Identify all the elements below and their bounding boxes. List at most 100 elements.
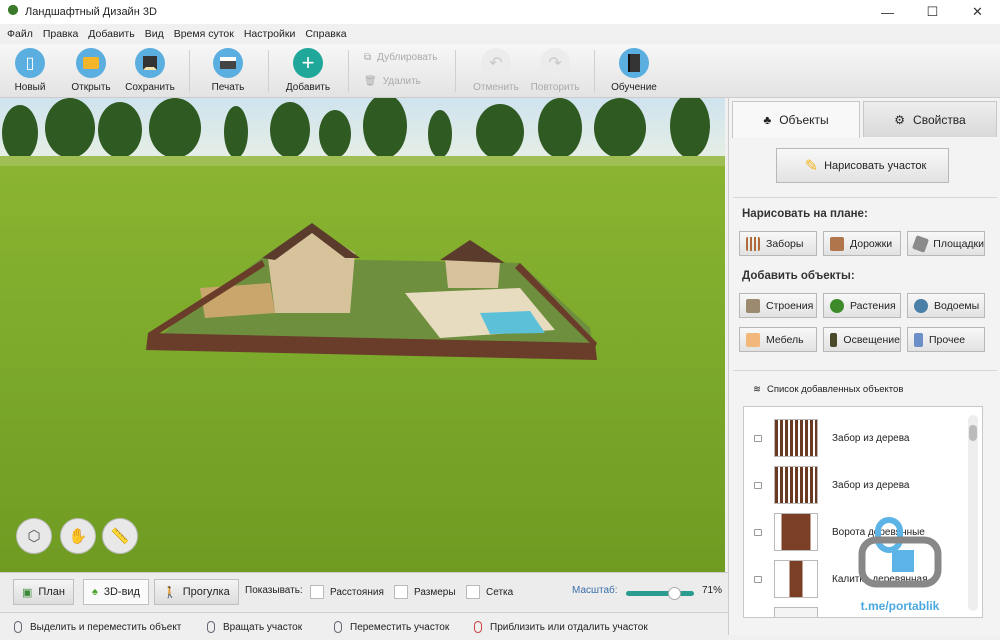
menu-settings[interactable]: Настройки: [239, 28, 301, 40]
close-button[interactable]: ✕: [955, 0, 1000, 24]
toolbar: ▯ Новый Открыть Сохранить Печать + Добавит…: [0, 44, 1000, 98]
ponds-label: Водоемы: [934, 299, 980, 312]
folder-icon: [76, 48, 106, 78]
platform-icon: [912, 234, 930, 253]
fence-thumbnail: [774, 419, 818, 457]
hint-rotate: Вращать участок: [207, 621, 302, 633]
walking-person-icon: 🚶: [163, 586, 177, 599]
furniture-label: Мебель: [766, 333, 804, 346]
draw-plot-button[interactable]: ✎ Нарисовать участок: [776, 148, 949, 183]
distances-checkbox[interactable]: Расстояния: [310, 585, 384, 599]
menu-bar: Файл Правка Добавить Вид Время суток Нас…: [0, 24, 1000, 44]
measure-button[interactable]: 📏: [102, 518, 138, 554]
add-button[interactable]: + Добавить: [278, 48, 338, 93]
menu-add[interactable]: Добавить: [83, 28, 139, 40]
scale-value: 71%: [702, 585, 723, 596]
draw-plot-label: Нарисовать участок: [824, 159, 927, 172]
maximize-button[interactable]: ☐: [910, 0, 955, 24]
save-button[interactable]: Сохранить: [119, 48, 181, 93]
unlock-icon[interactable]: [754, 481, 762, 489]
furniture-button[interactable]: Мебель: [739, 327, 817, 352]
list-item[interactable]: Забор из дерева: [744, 463, 964, 507]
cube-icon: ⬡: [27, 528, 41, 545]
ponds-button[interactable]: Водоемы: [907, 293, 985, 318]
unlock-icon[interactable]: [754, 434, 762, 442]
path-icon: [830, 236, 844, 251]
paths-label: Дорожки: [850, 237, 893, 250]
open-button[interactable]: Открыть: [61, 48, 121, 93]
buildings-button[interactable]: Строения: [739, 293, 817, 318]
redo-icon: ↷: [540, 48, 570, 78]
print-button[interactable]: Печать: [198, 48, 258, 93]
hint-select-text: Выделить и переместить объект: [30, 621, 182, 633]
plants-button[interactable]: Растения: [823, 293, 901, 318]
unlock-icon[interactable]: [754, 528, 762, 536]
delete-label: Удалить: [382, 76, 421, 87]
menu-help[interactable]: Справка: [300, 28, 351, 40]
lighting-label: Освещение: [843, 333, 900, 346]
sizes-label: Размеры: [414, 586, 456, 598]
hint-move-text: Переместить участок: [350, 621, 450, 633]
plan-label: План: [38, 586, 65, 598]
tab-properties-label: Свойства: [913, 112, 966, 127]
status-bar: Выделить и переместить объект Вращать уч…: [0, 612, 728, 640]
garden-plot-3d: [146, 223, 597, 360]
tab-properties[interactable]: ⚙ Свойства: [863, 101, 997, 137]
lighting-button[interactable]: Освещение: [823, 327, 901, 352]
fence-thumbnail: [774, 466, 818, 504]
watermark: t.me/portablik: [858, 516, 942, 616]
delete-button[interactable]: 🗑 Удалить: [364, 76, 421, 87]
tab-objects[interactable]: ♣ Объекты: [732, 101, 860, 138]
grid-checkbox[interactable]: Сетка: [466, 585, 513, 599]
trash-icon: 🗑: [364, 76, 377, 87]
tab-3d-view[interactable]: ♠ 3D-вид: [83, 579, 149, 605]
rotate-view-button[interactable]: ⬡: [16, 518, 52, 554]
lamp-icon: [830, 332, 838, 347]
scale-slider[interactable]: [626, 587, 694, 600]
unlock-icon[interactable]: [754, 575, 762, 583]
layers-icon: ≋: [753, 384, 761, 395]
undo-icon: ↶: [481, 48, 511, 78]
list-scrollbar[interactable]: [968, 415, 978, 611]
print-label: Печать: [211, 82, 245, 93]
paths-button[interactable]: Дорожки: [823, 231, 901, 256]
view-bar: ▣ План ♠ 3D-вид 🚶 Прогулка Показывать: Расс…: [0, 572, 728, 612]
duplicate-button[interactable]: ⧉ Дублировать: [364, 52, 437, 63]
redo-button[interactable]: ↷ Повторить: [525, 48, 585, 93]
undo-button[interactable]: ↶ Отменить: [466, 48, 526, 93]
fences-button[interactable]: Заборы: [739, 231, 817, 256]
building-icon: [746, 298, 760, 313]
menu-edit[interactable]: Правка: [38, 28, 83, 40]
mouse-middle-icon: [334, 621, 342, 633]
new-label: Новый: [14, 82, 46, 93]
sizes-checkbox[interactable]: Размеры: [394, 585, 456, 599]
platforms-button[interactable]: Площадки: [907, 231, 985, 256]
duplicate-label: Дублировать: [377, 52, 438, 63]
show-label: Показывать:: [245, 585, 303, 596]
menu-time-of-day[interactable]: Время суток: [169, 28, 239, 40]
fences-label: Заборы: [766, 237, 804, 250]
other-button[interactable]: Прочее: [907, 327, 985, 352]
pan-view-button[interactable]: ✋: [60, 518, 96, 554]
menu-file[interactable]: Файл: [2, 28, 38, 40]
learn-button[interactable]: Обучение: [604, 48, 664, 93]
list-item-label: Забор из дерева: [832, 432, 910, 444]
figure-icon: [914, 332, 923, 347]
platforms-label: Площадки: [933, 237, 984, 250]
tab-plan-view[interactable]: ▣ План: [13, 579, 74, 605]
hint-zoom: Приблизить или отдалить участок: [474, 621, 648, 633]
gate-thumbnail: [774, 513, 818, 551]
tab-walk-view[interactable]: 🚶 Прогулка: [154, 579, 239, 605]
printer-icon: [213, 48, 243, 78]
plus-icon: +: [293, 48, 323, 78]
minimize-button[interactable]: —: [865, 0, 910, 24]
watermark-text: t.me/portablik: [860, 599, 940, 613]
tree-icon: ♣: [763, 113, 772, 127]
duplicate-icon: ⧉: [364, 52, 372, 63]
menu-view[interactable]: Вид: [140, 28, 169, 40]
plan-icon: ▣: [22, 586, 33, 599]
new-button[interactable]: ▯ Новый: [0, 48, 60, 93]
list-item[interactable]: Забор из дерева: [744, 416, 964, 460]
scale-slider-handle[interactable]: [668, 587, 682, 600]
3d-viewport[interactable]: ⬡ ✋ 📏: [0, 98, 725, 572]
